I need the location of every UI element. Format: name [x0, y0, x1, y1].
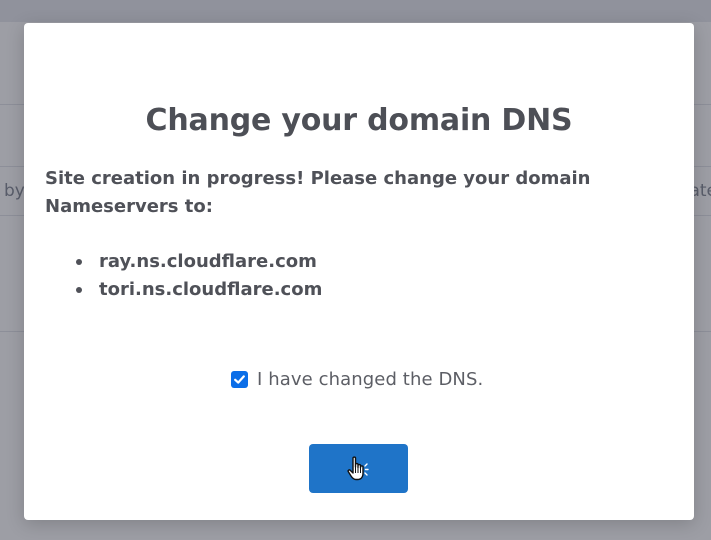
hand-pointer-cursor-icon [346, 455, 369, 480]
checkmark-icon [234, 375, 245, 384]
dns-changed-label: I have changed the DNS. [257, 369, 484, 390]
dns-confirm-row[interactable]: I have changed the DNS. [231, 369, 483, 390]
modal-title: Change your domain DNS [145, 103, 573, 138]
list-item: ray.ns.cloudflare.com [76, 248, 322, 276]
nameserver-list: ray.ns.cloudflare.com tori.ns.cloudflare… [76, 248, 322, 304]
bullet-icon [76, 287, 82, 293]
dns-changed-checkbox[interactable] [231, 371, 248, 388]
dns-modal-dialog: Change your domain DNS Site creation in … [24, 23, 694, 520]
list-item: tori.ns.cloudflare.com [76, 276, 322, 304]
nameserver-value: ray.ns.cloudflare.com [99, 251, 317, 272]
nameserver-value: tori.ns.cloudflare.com [99, 279, 323, 300]
bullet-icon [76, 259, 82, 265]
confirm-button[interactable] [309, 444, 408, 493]
modal-message: Site creation in progress! Please change… [45, 168, 591, 217]
